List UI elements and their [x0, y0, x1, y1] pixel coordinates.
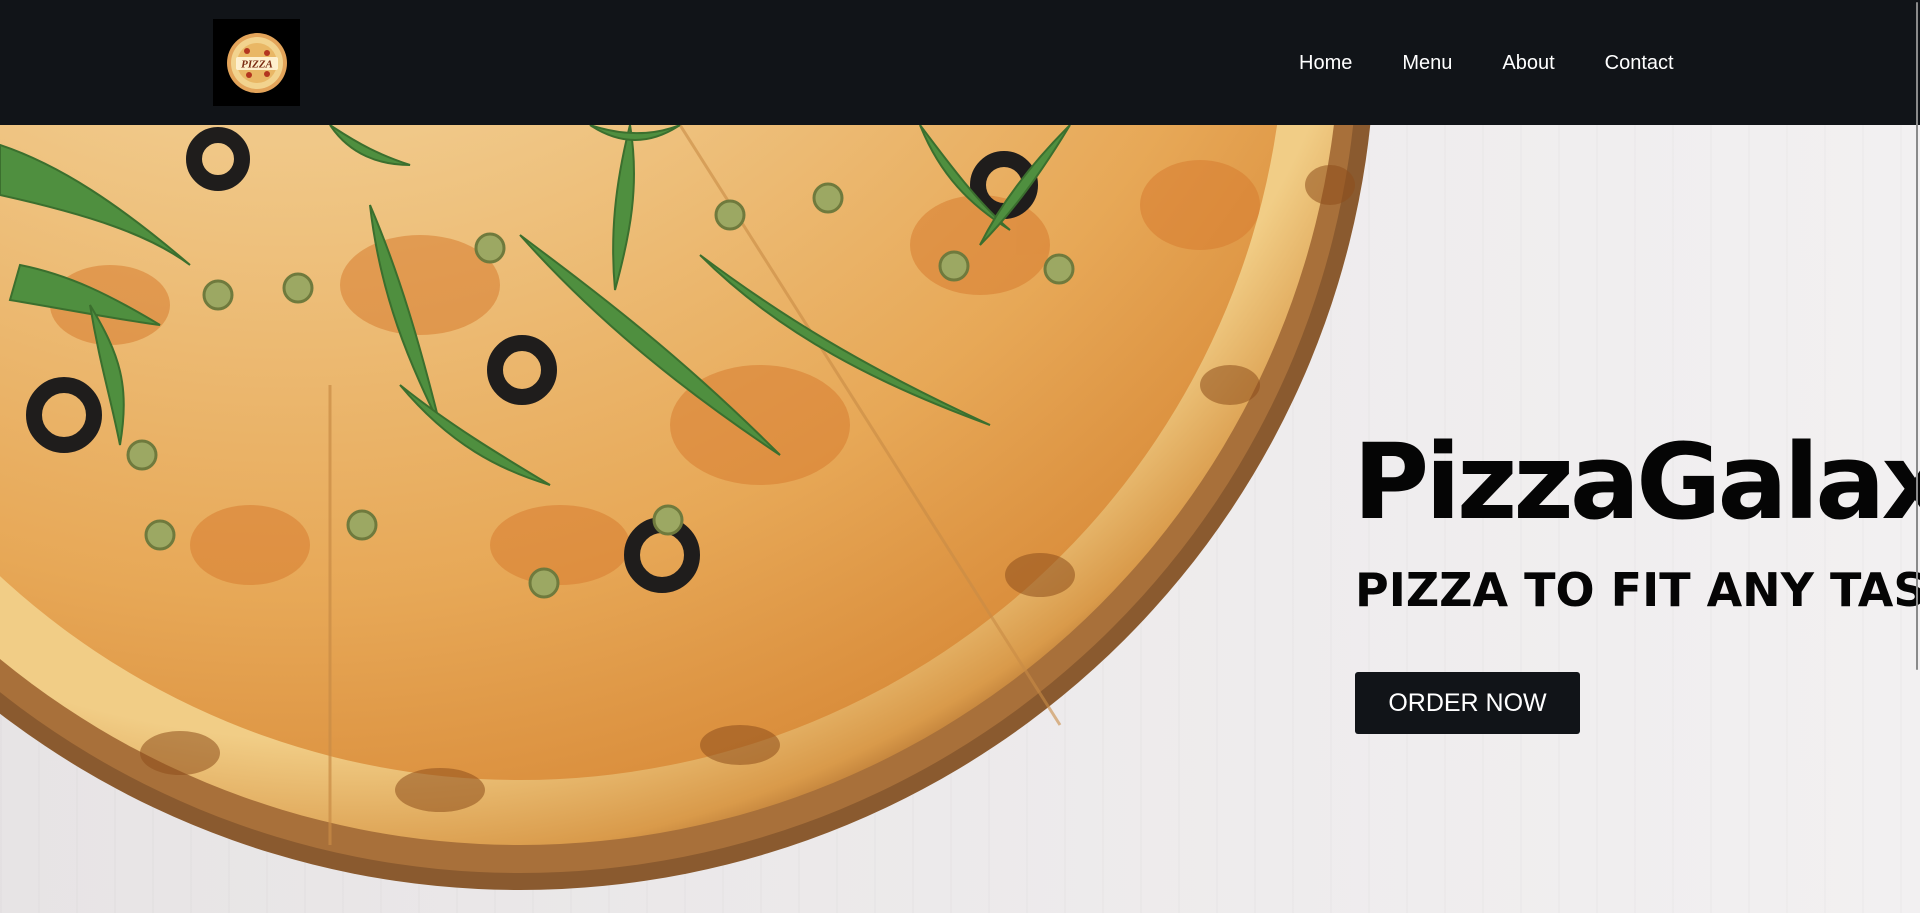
- logo-wordmark: PIZZA: [241, 58, 273, 70]
- page-scrollbar[interactable]: [1914, 0, 1920, 913]
- hero-section: PizzaGalaxy PIZZA TO FIT ANY TASTE ORDER…: [0, 125, 1920, 913]
- scrollbar-thumb[interactable]: [1916, 2, 1918, 670]
- top-navbar: PIZZA Home Menu About Contact: [0, 0, 1920, 125]
- main-nav: Home Menu About Contact: [1299, 50, 1724, 76]
- hero-title: PizzaGalaxy: [1353, 421, 1920, 543]
- site-logo[interactable]: PIZZA: [213, 19, 300, 106]
- nav-link-home[interactable]: Home: [1299, 50, 1352, 76]
- nav-link-about[interactable]: About: [1502, 50, 1554, 76]
- order-now-button[interactable]: ORDER NOW: [1355, 672, 1580, 734]
- nav-link-contact[interactable]: Contact: [1605, 50, 1674, 76]
- nav-link-menu[interactable]: Menu: [1402, 50, 1452, 76]
- hero-tagline: PIZZA TO FIT ANY TASTE: [1355, 563, 1920, 617]
- pizza-logo-icon: PIZZA: [226, 32, 287, 93]
